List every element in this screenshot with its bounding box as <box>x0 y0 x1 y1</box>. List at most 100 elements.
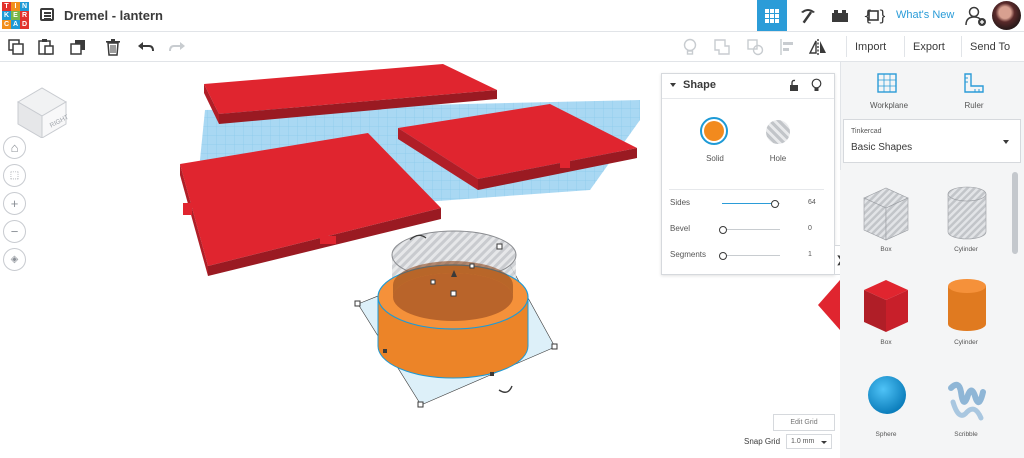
add-user-icon <box>965 6 986 26</box>
user-avatar[interactable] <box>992 1 1021 30</box>
perspective-button[interactable]: ◈ <box>3 248 26 271</box>
ruler-label: Ruler <box>964 101 984 110</box>
shape-box-hole[interactable] <box>860 184 912 247</box>
inspector-title: Shape <box>683 79 717 91</box>
top-bar: TINKERCAD Dremel - lantern {} What's New <box>0 0 1024 32</box>
solid-button[interactable] <box>700 117 728 145</box>
property-slider[interactable] <box>722 229 780 230</box>
shape-scribble[interactable] <box>945 378 989 429</box>
scribble-icon <box>948 381 986 421</box>
ungroup-icon <box>747 39 764 56</box>
3d-view-icon <box>765 8 779 23</box>
align-button[interactable] <box>778 37 798 57</box>
design-list-icon[interactable] <box>40 8 54 21</box>
home-view-button[interactable]: ⌂ <box>3 136 26 159</box>
shapes-scrollbar[interactable] <box>1012 172 1018 254</box>
shape-label: Box <box>880 339 892 346</box>
logo-letter: D <box>20 20 29 29</box>
inspector-header[interactable]: Shape <box>662 74 834 99</box>
shape-label: Box <box>880 246 892 253</box>
send-to-button[interactable]: Send To <box>961 36 1018 57</box>
shape-label: Scribble <box>954 431 978 438</box>
group-icon <box>714 39 730 55</box>
logo-letter: N <box>20 2 29 11</box>
ruler-icon <box>964 73 984 93</box>
snap-grid-label: Snap Grid <box>744 437 781 446</box>
solid-label: Solid <box>706 154 724 163</box>
duplicate-button[interactable] <box>68 37 88 57</box>
property-value[interactable]: 0 <box>808 225 812 232</box>
property-slider-knob[interactable] <box>771 200 779 208</box>
logo-letter: E <box>11 11 20 20</box>
lightbulb-icon[interactable] <box>811 78 822 92</box>
shape-label: Cylinder <box>954 246 978 253</box>
box-hole-icon <box>863 187 909 241</box>
import-button[interactable]: Import <box>846 36 894 57</box>
trash-icon <box>106 39 120 56</box>
collapse-caret-icon[interactable] <box>670 83 676 87</box>
shape-label: Sphere <box>875 431 897 438</box>
export-button[interactable]: Export <box>904 36 953 57</box>
plus-icon: + <box>10 196 19 211</box>
bricks-button[interactable] <box>825 0 855 31</box>
logo-letter: C <box>2 20 11 29</box>
shape-library-select[interactable]: Tinkercad Basic Shapes <box>843 119 1021 163</box>
lock-icon[interactable] <box>789 79 799 92</box>
shape-cylinder-solid[interactable] <box>945 276 989 339</box>
property-slider[interactable] <box>722 255 780 256</box>
show-all-button[interactable] <box>680 37 700 57</box>
redo-button[interactable] <box>167 37 187 57</box>
property-slider-knob[interactable] <box>719 252 727 260</box>
rotate-handle-icon[interactable] <box>498 385 513 393</box>
mirror-button[interactable] <box>808 37 828 57</box>
shape-box-solid[interactable] <box>860 276 912 339</box>
workplane-icon <box>877 73 897 93</box>
property-slider-knob[interactable] <box>719 226 727 234</box>
logo-letter: K <box>2 11 11 20</box>
mirror-icon <box>808 39 826 55</box>
cylinder-solid-icon <box>948 279 986 331</box>
blocks-pickaxe-button[interactable] <box>793 0 823 31</box>
edit-grid-button[interactable]: Edit Grid <box>773 414 835 431</box>
fit-view-button[interactable]: ⬚ <box>3 164 26 187</box>
dropdown-caret-icon <box>1003 140 1009 144</box>
3d-view-button[interactable] <box>757 0 787 31</box>
view-cube[interactable]: RIGHT <box>14 80 72 139</box>
zoom-in-button[interactable]: + <box>3 192 26 215</box>
hole-button[interactable] <box>766 120 790 144</box>
property-slider-fill <box>722 203 774 204</box>
property-value[interactable]: 64 <box>808 199 816 206</box>
add-user-button[interactable] <box>961 0 991 31</box>
tinkercad-logo[interactable]: TINKERCAD <box>2 2 30 29</box>
codeblocks-icon: {} <box>863 7 885 25</box>
paste-button[interactable] <box>36 37 56 57</box>
logo-letter: I <box>11 2 20 11</box>
zoom-out-button[interactable]: − <box>3 220 26 243</box>
whats-new-link[interactable]: What's New <box>896 9 954 21</box>
property-label: Sides <box>670 198 691 207</box>
library-label: Tinkercad <box>851 128 882 135</box>
ungroup-button[interactable] <box>745 37 765 57</box>
workplane-button[interactable] <box>876 72 898 99</box>
shape-cylinder-hole[interactable] <box>945 184 989 247</box>
orange-cylinder[interactable] <box>377 261 529 379</box>
snap-grid-select[interactable]: 1.0 mm <box>786 434 832 449</box>
undo-button[interactable] <box>136 37 156 57</box>
group-button[interactable] <box>712 37 732 57</box>
paste-icon <box>38 39 54 55</box>
document-title[interactable]: Dremel - lantern <box>64 8 163 23</box>
logo-letter: T <box>2 2 11 11</box>
red-panel-edge[interactable] <box>818 280 840 330</box>
shape-inspector: Shape Solid Hole Sides 64 Bevel 0 Segments 1 <box>661 73 835 275</box>
property-value[interactable]: 1 <box>808 251 812 258</box>
codeblocks-button[interactable]: {} <box>859 0 889 31</box>
shape-label: Cylinder <box>954 339 978 346</box>
ruler-button[interactable] <box>963 72 985 99</box>
workplane-label: Workplane <box>869 101 909 110</box>
lightbulb-icon <box>683 38 697 55</box>
minus-icon: − <box>10 224 19 239</box>
delete-button[interactable] <box>103 37 123 57</box>
property-label: Segments <box>670 250 707 259</box>
copy-button[interactable] <box>6 37 26 57</box>
shape-sphere[interactable] <box>866 374 908 421</box>
